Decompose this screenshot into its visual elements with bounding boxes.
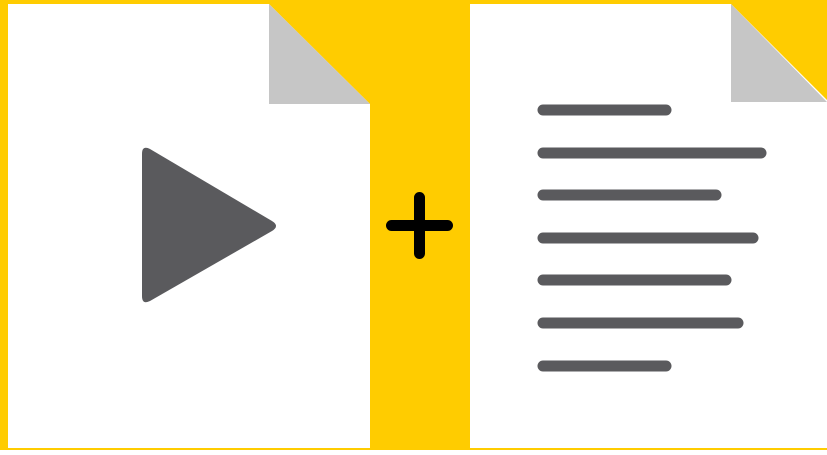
plus-vertical-bar xyxy=(414,192,425,259)
text-document-icon xyxy=(470,4,827,448)
video-file-icon xyxy=(8,4,370,448)
illustration-canvas xyxy=(0,0,827,450)
text-lines xyxy=(537,104,767,372)
video-plus-text-illustration xyxy=(0,0,827,450)
